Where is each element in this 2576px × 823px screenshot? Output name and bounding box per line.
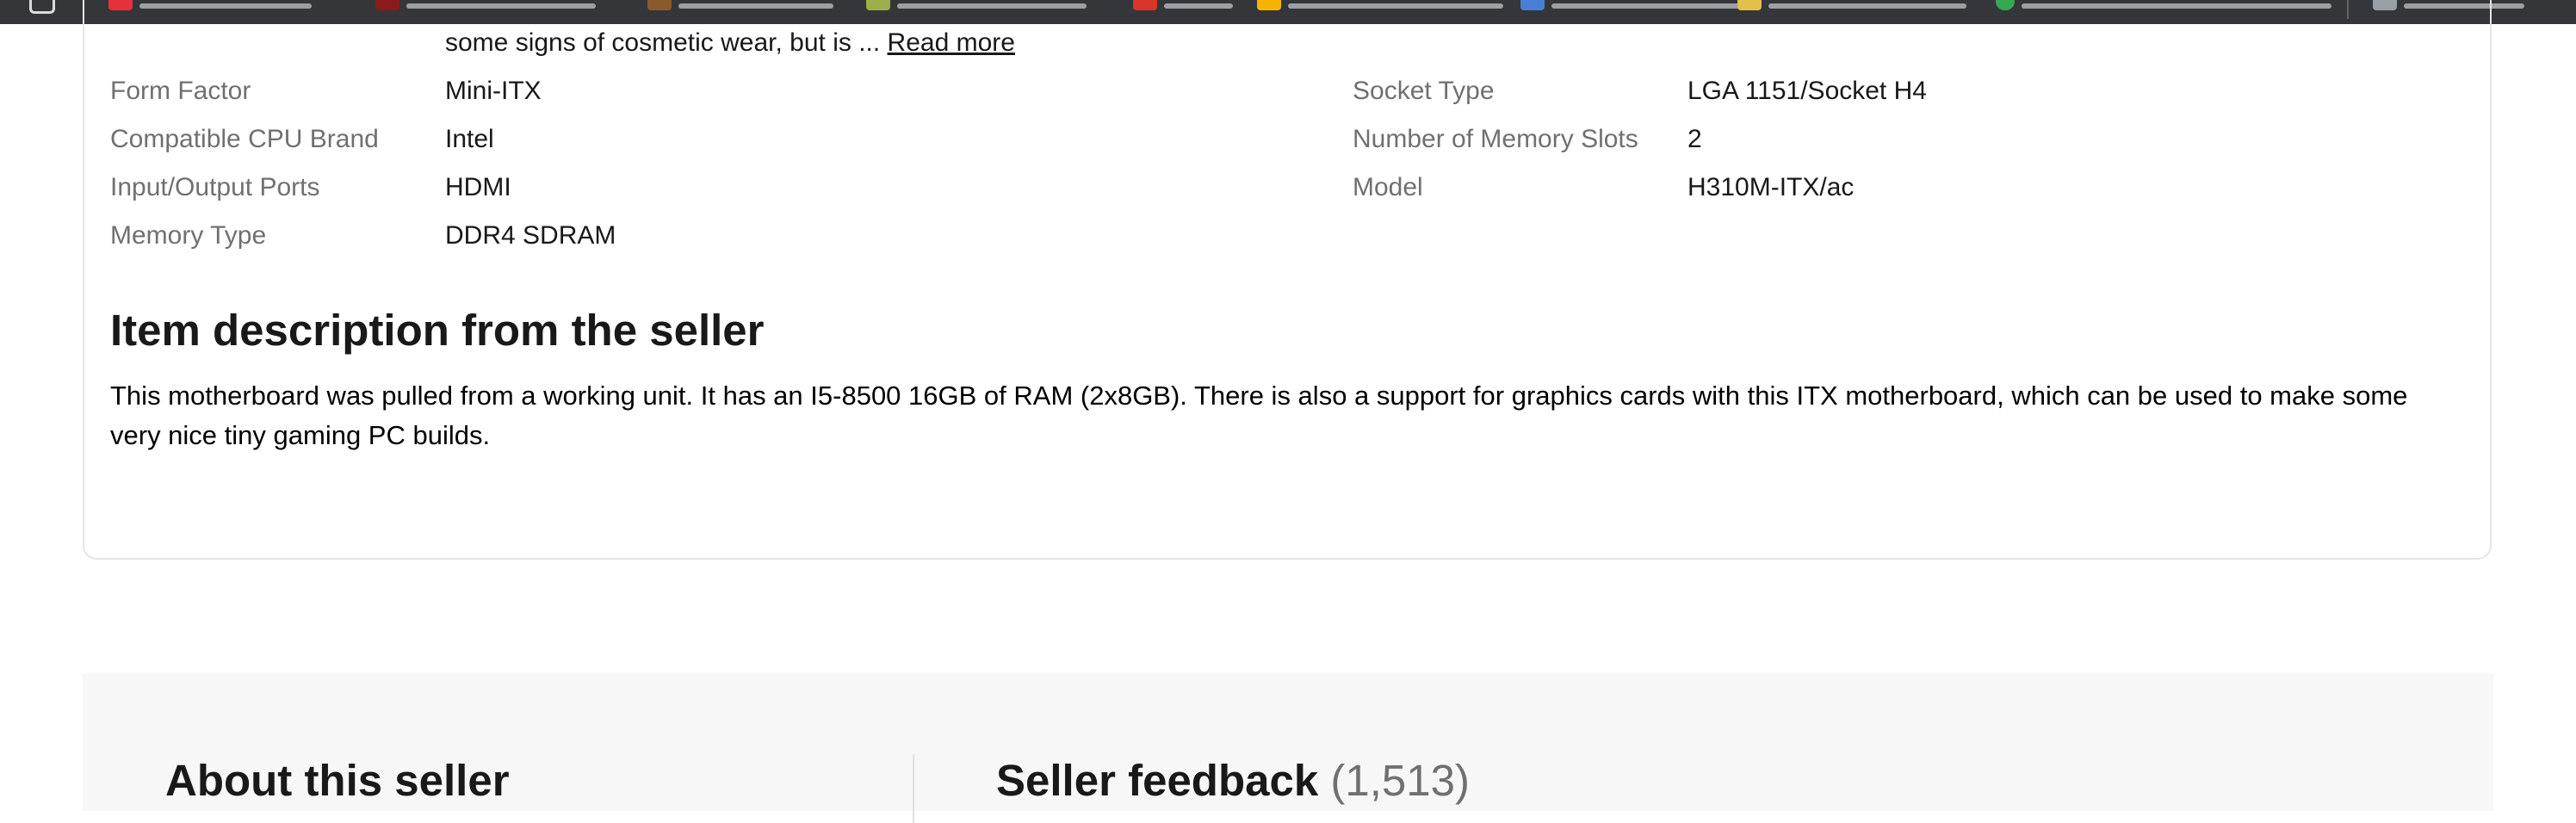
spec-value-form-factor: Mini-ITX <box>445 77 542 105</box>
item-description-text: This motherboard was pulled from a worki… <box>110 381 2408 450</box>
about-seller-heading: About this seller <box>165 756 510 805</box>
read-more-link[interactable]: Read more <box>888 28 1015 57</box>
spec-label-form-factor: Form Factor <box>110 77 251 105</box>
spec-label-socket-type: Socket Type <box>1353 77 1495 105</box>
apps-icon[interactable] <box>29 0 55 14</box>
spec-value-socket-type: LGA 1151/Socket H4 <box>1687 77 1927 105</box>
item-details-card <box>83 0 2492 560</box>
feedback-count: (1,513) <box>1330 756 1470 805</box>
spec-label-memory-slots: Number of Memory Slots <box>1353 125 1638 153</box>
spec-label-model: Model <box>1353 173 1423 201</box>
item-description-heading: Item description from the seller <box>110 306 765 355</box>
spec-label-io-ports: Input/Output Ports <box>110 173 320 201</box>
panel-divider <box>913 754 914 823</box>
spec-value-cpu-brand: Intel <box>445 125 494 153</box>
spec-value-memory-slots: 2 <box>1687 125 1702 153</box>
spec-value-model: H310M-ITX/ac <box>1687 173 1855 201</box>
seller-feedback-heading: Seller feedback (1,513) <box>996 752 1470 809</box>
seller-panel: About this seller Seller feedback (1,513… <box>83 673 2493 823</box>
condition-description: some signs of cosmetic wear, but is ... … <box>445 26 1015 60</box>
spec-label-memory-type: Memory Type <box>110 221 267 250</box>
spec-value-memory-type: DDR4 SDRAM <box>445 221 616 250</box>
seller-feedback-title: Seller feedback <box>996 756 1319 805</box>
condition-text: some signs of cosmetic wear, but is ... <box>445 28 881 57</box>
spec-label-cpu-brand: Compatible CPU Brand <box>110 125 379 153</box>
spec-value-io-ports: HDMI <box>445 173 511 201</box>
